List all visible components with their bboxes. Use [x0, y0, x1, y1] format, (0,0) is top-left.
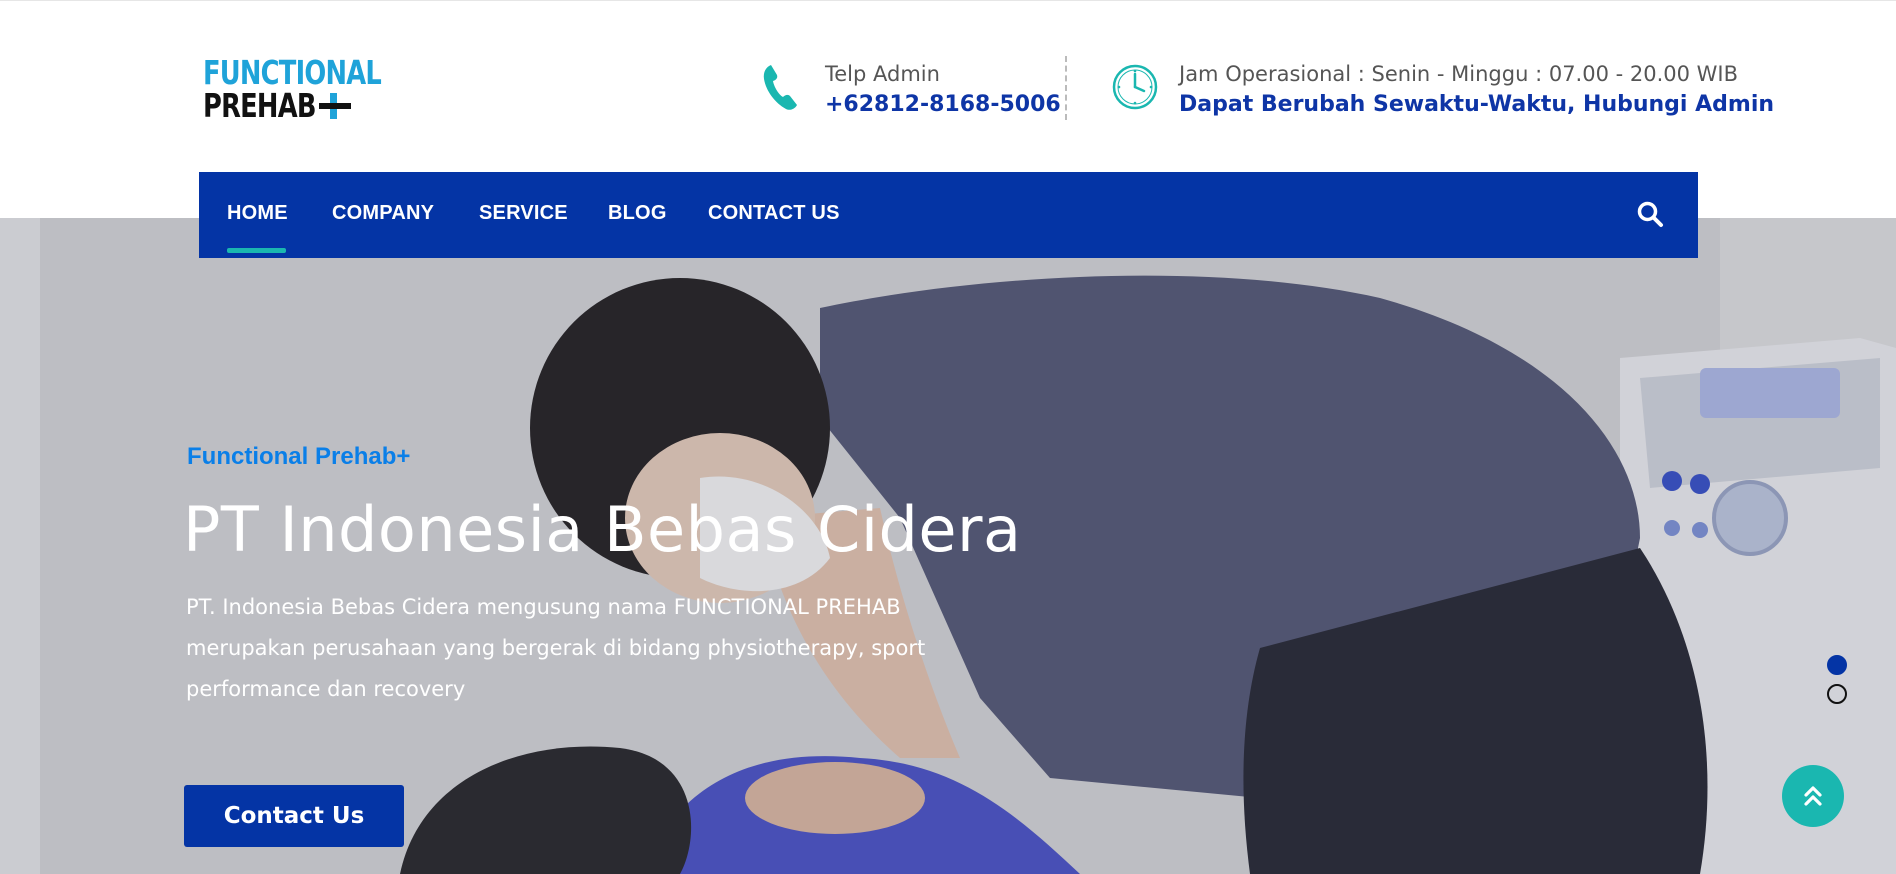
- nav-item-blog[interactable]: BLOG: [608, 202, 667, 225]
- hero-subtitle: Functional Prehab+: [187, 443, 411, 470]
- logo-text-prehab: PREHAB: [203, 86, 316, 125]
- slider-dot-2[interactable]: [1827, 684, 1847, 704]
- search-icon[interactable]: [1636, 200, 1664, 228]
- hero-description: PT. Indonesia Bebas Cidera mengusung nam…: [186, 595, 926, 701]
- slider-dot-1[interactable]: [1827, 655, 1847, 675]
- header-divider: [1065, 56, 1067, 120]
- site-logo[interactable]: FUNCTIONAL PREHAB: [203, 53, 382, 125]
- phone-icon: [763, 65, 797, 110]
- nav-item-service[interactable]: SERVICE: [479, 202, 568, 225]
- contact-label: Telp Admin: [825, 62, 940, 86]
- nav-item-home[interactable]: HOME: [227, 202, 288, 225]
- contact-us-button[interactable]: Contact Us: [184, 785, 404, 847]
- double-chevron-up-icon: [1804, 786, 1822, 806]
- nav-item-contact-us[interactable]: CONTACT US: [708, 202, 840, 225]
- clock-icon: [1112, 64, 1158, 110]
- main-navigation: HOME COMPANY SERVICE BLOG CONTACT US: [199, 172, 1698, 258]
- nav-active-indicator: [227, 248, 286, 253]
- hero-title: PT Indonesia Bebas Cidera: [183, 493, 1022, 566]
- logo-plus-icon: [319, 93, 351, 119]
- scroll-to-top-button[interactable]: [1782, 765, 1844, 827]
- hours-note: Dapat Berubah Sewaktu-Waktu, Hubungi Adm…: [1179, 92, 1775, 117]
- hours-label: Jam Operasional : Senin - Minggu : 07.00…: [1179, 62, 1739, 86]
- contact-phone-link[interactable]: +62812-8168-5006: [825, 92, 1061, 117]
- nav-item-company[interactable]: COMPANY: [332, 202, 434, 225]
